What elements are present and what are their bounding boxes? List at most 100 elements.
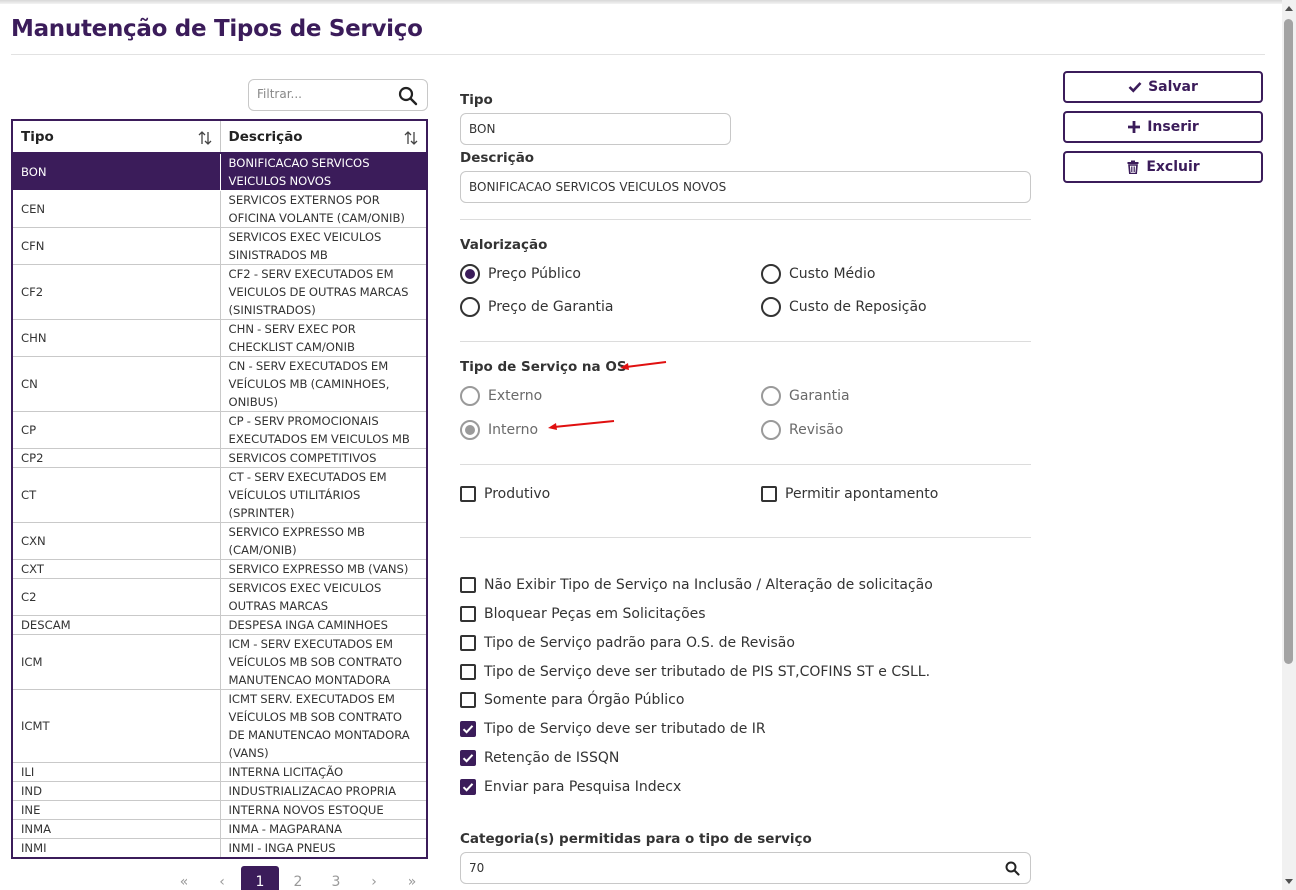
checkbox-bloquear-pecas[interactable]: Bloquear Peças em Solicitações (460, 606, 706, 622)
insert-button[interactable]: Inserir (1063, 111, 1263, 143)
window-top-edge (0, 0, 1282, 4)
checkbox[interactable] (460, 606, 476, 622)
checkbox-retencao-issqn[interactable]: Retenção de ISSQN (460, 750, 619, 766)
delete-button[interactable]: Excluir (1063, 151, 1263, 183)
checkbox-tributado-ir[interactable]: Tipo de Serviço deve ser tributado de IR (460, 721, 766, 737)
table-row[interactable]: CF2 CF2 - SERV EXECUTADOS EM VEICULOS DE … (12, 264, 427, 320)
save-button[interactable]: Salvar (1063, 71, 1263, 103)
cell-descricao: CT - SERV EXECUTADOS EM VEÍCULOS UTILITÁ… (220, 467, 427, 523)
table-row[interactable]: ICMT ICMT SERV. EXECUTADOS EM VEÍCULOS MB… (12, 689, 427, 763)
next-page-button[interactable]: › (355, 866, 393, 890)
checkbox[interactable] (460, 779, 476, 795)
table-row[interactable]: CT CT - SERV EXECUTADOS EM VEÍCULOS UTILI… (12, 467, 427, 523)
checkbox[interactable] (761, 486, 777, 502)
radio-button[interactable] (761, 264, 781, 284)
radio-label: Garantia (789, 388, 850, 404)
search-icon[interactable] (398, 86, 418, 106)
table-row[interactable]: INE INTERNA NOVOS ESTOQUE (12, 800, 427, 820)
last-page-button[interactable]: » (393, 866, 431, 890)
radio-button[interactable] (761, 420, 781, 440)
radio-button[interactable] (460, 386, 480, 406)
radio-label: Revisão (789, 422, 844, 438)
checkbox[interactable] (460, 692, 476, 708)
filter-box[interactable] (248, 79, 428, 111)
table-row[interactable]: CN CN - SERV EXECUTADOS EM VEÍCULOS MB (C… (12, 356, 427, 412)
first-page-button[interactable]: « (165, 866, 203, 890)
checkbox-pesquisa-indecx[interactable]: Enviar para Pesquisa Indecx (460, 779, 681, 795)
checkbox-orgao-publico[interactable]: Somente para Órgão Público (460, 692, 684, 708)
table-row[interactable]: INMI INMI - INGA PNEUS (12, 838, 427, 859)
tipo-input[interactable]: BON (460, 113, 731, 145)
table-row[interactable]: ILI INTERNA LICITAÇÃO (12, 762, 427, 782)
table-row[interactable]: INMA INMA - MAGPARANA (12, 819, 427, 839)
table-row[interactable]: ICM ICM - SERV EXECUTADOS EM VEÍCULOS MB … (12, 634, 427, 690)
cell-descricao: SERVICOS EXTERNOS POR OFICINA VOLANTE (C… (220, 190, 427, 228)
radio-button[interactable] (460, 420, 480, 440)
checkbox-tributado-pis[interactable]: Tipo de Serviço deve ser tributado de PI… (460, 664, 930, 680)
checkbox[interactable] (460, 664, 476, 680)
tipo-servico-os-label: Tipo de Serviço na OS (460, 359, 627, 375)
descricao-label: Descrição (460, 150, 535, 166)
checkbox[interactable] (460, 721, 476, 737)
filter-input[interactable] (257, 87, 392, 101)
sort-icon[interactable] (198, 130, 212, 146)
radio-preco-garantia[interactable]: Preço de Garantia (460, 297, 614, 317)
cell-tipo: CFN (12, 227, 221, 265)
scroll-down-icon[interactable] (1285, 879, 1293, 884)
table-row[interactable]: CHN CHN - SERV EXEC POR CHECKLIST CAM/ONI… (12, 319, 427, 357)
radio-preco-publico[interactable]: Preço Público (460, 264, 581, 284)
page-button-3[interactable]: 3 (317, 866, 355, 890)
service-types-table: Tipo Descrição BON BONIFICACAO SERVICOS V… (11, 119, 428, 859)
table-row[interactable]: C2 SERVICOS EXEC VEICULOS OUTRAS MARCAS (12, 578, 427, 616)
vertical-scrollbar[interactable] (1282, 0, 1296, 890)
table-row[interactable]: CP2 SERVICOS COMPETITIVOS (12, 448, 427, 468)
cell-descricao: CF2 - SERV EXECUTADOS EM VEICULOS DE OUT… (220, 264, 427, 320)
page-button-1[interactable]: 1 (241, 866, 279, 890)
save-label: Salvar (1148, 79, 1198, 95)
checkbox-permitir-apontamento[interactable]: Permitir apontamento (761, 486, 938, 502)
table-row[interactable]: CEN SERVICOS EXTERNOS POR OFICINA VOLANTE… (12, 190, 427, 228)
table-row[interactable]: CP CP - SERV PROMOCIONAIS EXECUTADOS EM V… (12, 411, 427, 449)
column-header-tipo[interactable]: Tipo (12, 120, 221, 154)
checkbox-padrao-revisao[interactable]: Tipo de Serviço padrão para O.S. de Revi… (460, 635, 795, 651)
check-icon (462, 725, 474, 734)
scroll-up-icon[interactable] (1285, 6, 1293, 11)
prev-page-button[interactable]: ‹ (203, 866, 241, 890)
column-header-descricao[interactable]: Descrição (220, 120, 427, 154)
table-row[interactable]: CXN SERVICO EXPRESSO MB (CAM/ONIB) (12, 522, 427, 560)
page-button-2[interactable]: 2 (279, 866, 317, 890)
checkbox[interactable] (460, 750, 476, 766)
sort-icon[interactable] (404, 130, 418, 146)
checkbox[interactable] (460, 486, 476, 502)
checkbox-nao-exibir[interactable]: Não Exibir Tipo de Serviço na Inclusão /… (460, 577, 933, 593)
table-row[interactable]: IND INDUSTRIALIZACAO PROPRIA (12, 781, 427, 801)
descricao-input[interactable]: BONIFICACAO SERVICOS VEICULOS NOVOS (460, 171, 1031, 203)
search-icon[interactable] (1005, 861, 1020, 876)
checkbox[interactable] (460, 577, 476, 593)
checkbox-produtivo[interactable]: Produtivo (460, 486, 550, 502)
radio-button[interactable] (460, 264, 480, 284)
cell-descricao: CP - SERV PROMOCIONAIS EXECUTADOS EM VEI… (220, 411, 427, 449)
radio-custo-reposicao[interactable]: Custo de Reposição (761, 297, 927, 317)
table-row[interactable]: CFN SERVICOS EXEC VEICULOS SINISTRADOS MB (12, 227, 427, 265)
radio-button[interactable] (460, 297, 480, 317)
table-row[interactable]: CXT SERVICO EXPRESSO MB (VANS) (12, 559, 427, 579)
radio-garantia[interactable]: Garantia (761, 386, 850, 406)
radio-interno[interactable]: Interno (460, 420, 538, 440)
radio-revisao[interactable]: Revisão (761, 420, 843, 440)
categorias-input[interactable]: 70 (460, 852, 1031, 884)
radio-externo[interactable]: Externo (460, 386, 542, 406)
page-title: Manutenção de Tipos de Serviço (11, 16, 423, 42)
radio-label: Externo (488, 388, 543, 404)
scrollbar-thumb[interactable] (1284, 19, 1293, 664)
table-row[interactable]: DESCAM DESPESA INGA CAMINHOES (12, 615, 427, 635)
radio-button[interactable] (761, 297, 781, 317)
table-row[interactable]: BON BONIFICACAO SERVICOS VEICULOS NOVOS (12, 153, 427, 191)
radio-custo-medio[interactable]: Custo Médio (761, 264, 875, 284)
cell-descricao: INDUSTRIALIZACAO PROPRIA (220, 781, 427, 801)
radio-button[interactable] (761, 386, 781, 406)
cell-descricao: INMA - MAGPARANA (220, 819, 427, 839)
cell-tipo: IND (12, 781, 221, 801)
cell-tipo: CP2 (12, 448, 221, 468)
checkbox[interactable] (460, 635, 476, 651)
